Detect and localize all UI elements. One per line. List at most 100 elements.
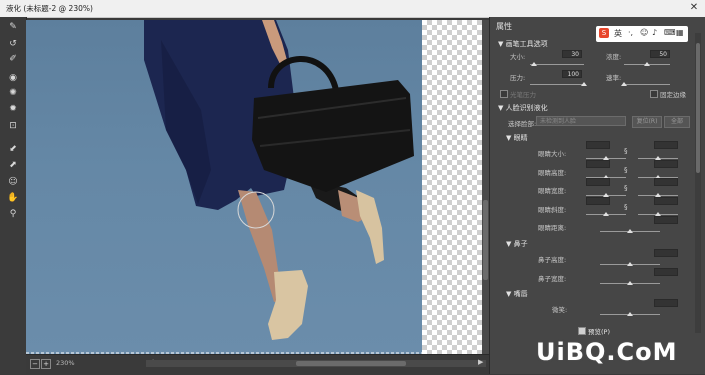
ime-skin-icon[interactable]: ▦ — [676, 28, 684, 37]
mouth-section-label: 嘴唇 — [513, 290, 528, 298]
slider-knob[interactable] — [603, 212, 609, 216]
ime-keyboard-icon[interactable]: ⌨ — [664, 28, 676, 37]
density-slider-knob[interactable] — [644, 62, 650, 66]
ime-lang[interactable]: 英 — [614, 28, 622, 39]
nose-width-slider[interactable] — [600, 281, 660, 285]
canvas-horizontal-scrollbar[interactable] — [146, 360, 486, 367]
watermark: UiBQ.CoM — [536, 338, 678, 366]
number-field[interactable] — [654, 178, 678, 186]
nose-section-header[interactable]: ▼ 鼻子 — [506, 239, 528, 249]
status-bar: − + 230% ◀ ▶ — [26, 354, 489, 375]
brush-section-header[interactable]: ▼ 画笔工具选项 — [498, 39, 548, 49]
number-field[interactable] — [586, 197, 610, 205]
pin-edges-checkbox[interactable] — [650, 90, 658, 98]
eye-tilt-link-icon[interactable]: § — [624, 203, 628, 211]
eye-tilt-left-slider[interactable] — [586, 212, 626, 216]
scroll-right-icon[interactable]: ▶ — [478, 358, 483, 366]
all-button[interactable]: 全部 — [664, 116, 690, 128]
slider-knob[interactable] — [627, 262, 633, 266]
eye-height-link-icon[interactable]: § — [624, 166, 628, 174]
smooth-tool-icon[interactable]: ✐ — [7, 54, 19, 65]
nose-height-label: 鼻子高度: — [538, 256, 567, 264]
number-field[interactable] — [654, 249, 678, 257]
size-slider[interactable] — [530, 62, 584, 66]
number-field[interactable] — [586, 160, 610, 168]
rate-slider-knob[interactable] — [621, 82, 627, 86]
preview-canvas[interactable] — [26, 20, 489, 354]
push-left-tool-icon[interactable]: ⊡ — [7, 121, 19, 132]
panel-scrollbar[interactable] — [695, 33, 701, 333]
hand-tool-icon[interactable]: ✋ — [7, 193, 19, 204]
stylus-pressure-checkbox[interactable] — [500, 90, 508, 98]
eye-width-label: 眼睛宽度: — [538, 187, 567, 195]
size-field[interactable]: 30 — [562, 50, 582, 58]
zoom-tool-icon[interactable]: ⚲ — [7, 209, 19, 220]
pucker-tool-icon[interactable]: ✺ — [7, 88, 19, 99]
zoom-out-icon[interactable]: − — [30, 359, 40, 369]
ime-toolbar[interactable]: S 英 ·, ☺ ♪ ⌨ ▦ — [596, 26, 688, 42]
eye-size-right-slider[interactable] — [638, 156, 678, 160]
bloat-tool-icon[interactable]: ✹ — [7, 104, 19, 115]
face-tool-icon[interactable]: ☺ — [7, 177, 19, 188]
density-field[interactable]: 50 — [650, 50, 670, 58]
vertical-scroll-thumb[interactable] — [483, 200, 488, 280]
zoom-level[interactable]: 230% — [56, 359, 75, 367]
freeze-mask-tool-icon[interactable]: ⬋ — [7, 144, 19, 155]
ime-emoji-icon[interactable]: ☺ — [640, 28, 648, 37]
twirl-tool-icon[interactable]: ◉ — [7, 73, 19, 84]
preview-checkbox[interactable] — [578, 327, 586, 335]
face-section-header[interactable]: ▼ 人脸识别液化 — [498, 103, 548, 113]
eye-size-left-slider[interactable] — [586, 156, 626, 160]
slider-knob[interactable] — [627, 229, 633, 233]
eye-width-link-icon[interactable]: § — [624, 184, 628, 192]
number-field[interactable] — [654, 160, 678, 168]
reconstruct-tool-icon[interactable]: ↺ — [7, 39, 19, 50]
number-field[interactable] — [654, 299, 678, 307]
nose-height-slider[interactable] — [600, 262, 660, 266]
number-field[interactable] — [654, 216, 678, 224]
tools-toolbar: ✎ ↺ ✐ ◉ ✺ ✹ ⊡ ⬋ ⬈ ☺ ✋ ⚲ — [0, 17, 27, 374]
density-slider[interactable] — [624, 62, 670, 66]
horizontal-scroll-thumb[interactable] — [296, 361, 406, 366]
pressure-field[interactable]: 100 — [562, 70, 582, 78]
eye-distance-slider[interactable] — [600, 229, 660, 233]
smile-slider[interactable] — [600, 312, 660, 316]
eye-size-link-icon[interactable]: § — [624, 147, 628, 155]
reset-button[interactable]: 复位(R) — [632, 116, 662, 128]
ime-punct-icon[interactable]: ·, — [628, 28, 633, 37]
sogou-logo-icon[interactable]: S — [599, 28, 609, 38]
eye-tilt-right-slider[interactable] — [638, 212, 678, 216]
size-slider-knob[interactable] — [531, 62, 537, 66]
eye-width-left-slider[interactable] — [586, 193, 626, 197]
number-field[interactable] — [586, 141, 610, 149]
number-field[interactable] — [586, 178, 610, 186]
window-title: 液化 (未标题-2 @ 230%) — [6, 4, 93, 13]
select-face-dropdown[interactable]: 未检测到人脸 — [536, 116, 626, 126]
eye-size-label: 眼睛大小: — [538, 150, 567, 158]
slider-knob[interactable] — [627, 312, 633, 316]
pressure-slider[interactable] — [530, 82, 587, 86]
eye-height-label: 眼睛高度: — [538, 169, 567, 177]
panel-title: 属性 — [496, 22, 512, 31]
stylus-pressure-label: 光笔压力 — [510, 91, 536, 99]
panel-scroll-thumb[interactable] — [696, 43, 700, 173]
number-field[interactable] — [654, 141, 678, 149]
pressure-label: 压力: — [510, 74, 526, 82]
number-field[interactable] — [654, 197, 678, 205]
zoom-in-icon[interactable]: + — [41, 359, 51, 369]
eye-width-right-slider[interactable] — [638, 193, 678, 197]
warp-tool-icon[interactable]: ✎ — [7, 22, 19, 33]
rate-slider[interactable] — [621, 82, 670, 86]
close-button[interactable]: ✕ — [683, 0, 705, 17]
eyes-section-header[interactable]: ▼ 眼睛 — [506, 133, 528, 143]
ime-mic-icon[interactable]: ♪ — [652, 28, 657, 37]
slider-knob[interactable] — [627, 281, 633, 285]
photo-image — [26, 20, 422, 354]
number-field[interactable] — [654, 268, 678, 276]
pressure-slider-knob[interactable] — [581, 82, 587, 86]
thaw-mask-tool-icon[interactable]: ⬈ — [7, 160, 19, 171]
rate-label: 速率: — [606, 74, 622, 82]
canvas-vertical-scrollbar[interactable] — [482, 20, 489, 354]
nose-section-label: 鼻子 — [513, 240, 528, 248]
mouth-section-header[interactable]: ▼ 嘴唇 — [506, 289, 528, 299]
